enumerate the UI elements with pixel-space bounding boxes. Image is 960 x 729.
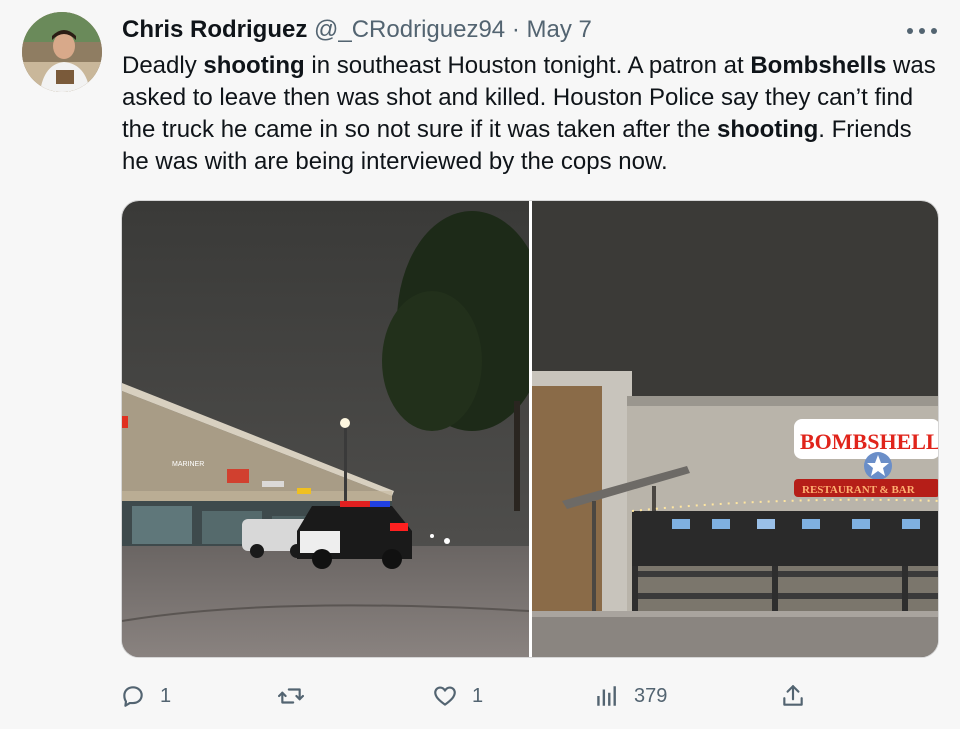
tweet-header: Chris Rodriguez @_CRodriguez94 · May 7 xyxy=(122,14,900,46)
action-bar: 1 1 379 xyxy=(120,676,820,716)
photo-police-scene[interactable]: MARINER xyxy=(122,201,529,657)
tweet-text-segment: in southeast Houston tonight. A patron a… xyxy=(304,52,751,79)
views-count: 379 xyxy=(634,684,668,707)
like-icon xyxy=(434,686,456,706)
tweet-date[interactable]: May 7 xyxy=(527,16,592,43)
tweet-text-highlight: shooting xyxy=(203,52,305,79)
sign-restaurant-bar: RESTAURANT & BAR xyxy=(802,484,916,496)
views-button[interactable]: 379 xyxy=(594,676,667,716)
avatar[interactable] xyxy=(22,12,102,92)
views-icon xyxy=(597,686,616,706)
sign-bombshells: BOMBSHELLS xyxy=(800,429,939,454)
reply-button[interactable]: 1 xyxy=(120,676,171,716)
more-icon[interactable] xyxy=(905,18,939,44)
tweet-card[interactable]: Chris Rodriguez @_CRodriguez94 · May 7 D… xyxy=(0,0,960,729)
reply-icon xyxy=(123,686,143,707)
retweet-icon xyxy=(278,688,304,704)
tweet-text-highlight: Bombshells xyxy=(750,52,887,79)
like-button[interactable]: 1 xyxy=(432,676,483,716)
like-count: 1 xyxy=(472,684,484,707)
author-name[interactable]: Chris Rodriguez xyxy=(122,16,307,43)
share-icon xyxy=(783,685,803,706)
reply-count: 1 xyxy=(160,684,172,707)
photo-bombshells[interactable]: BOMBSHELLS RESTAURANT & BAR xyxy=(532,201,939,657)
tweet-text: Deadly shooting in southeast Houston ton… xyxy=(122,50,942,178)
retweet-button[interactable] xyxy=(278,676,318,716)
author-handle[interactable]: @_CRodriguez94 xyxy=(314,16,505,43)
header-separator: · xyxy=(511,16,520,43)
media-grid: MARINER BOMBSHELLS RESTAURANT & BAR xyxy=(121,200,939,658)
tweet-text-segment: Deadly xyxy=(122,52,204,79)
tweet-text-highlight: shooting xyxy=(716,116,819,143)
sign-mariner: MARINER xyxy=(172,461,204,468)
share-button[interactable] xyxy=(780,676,806,716)
